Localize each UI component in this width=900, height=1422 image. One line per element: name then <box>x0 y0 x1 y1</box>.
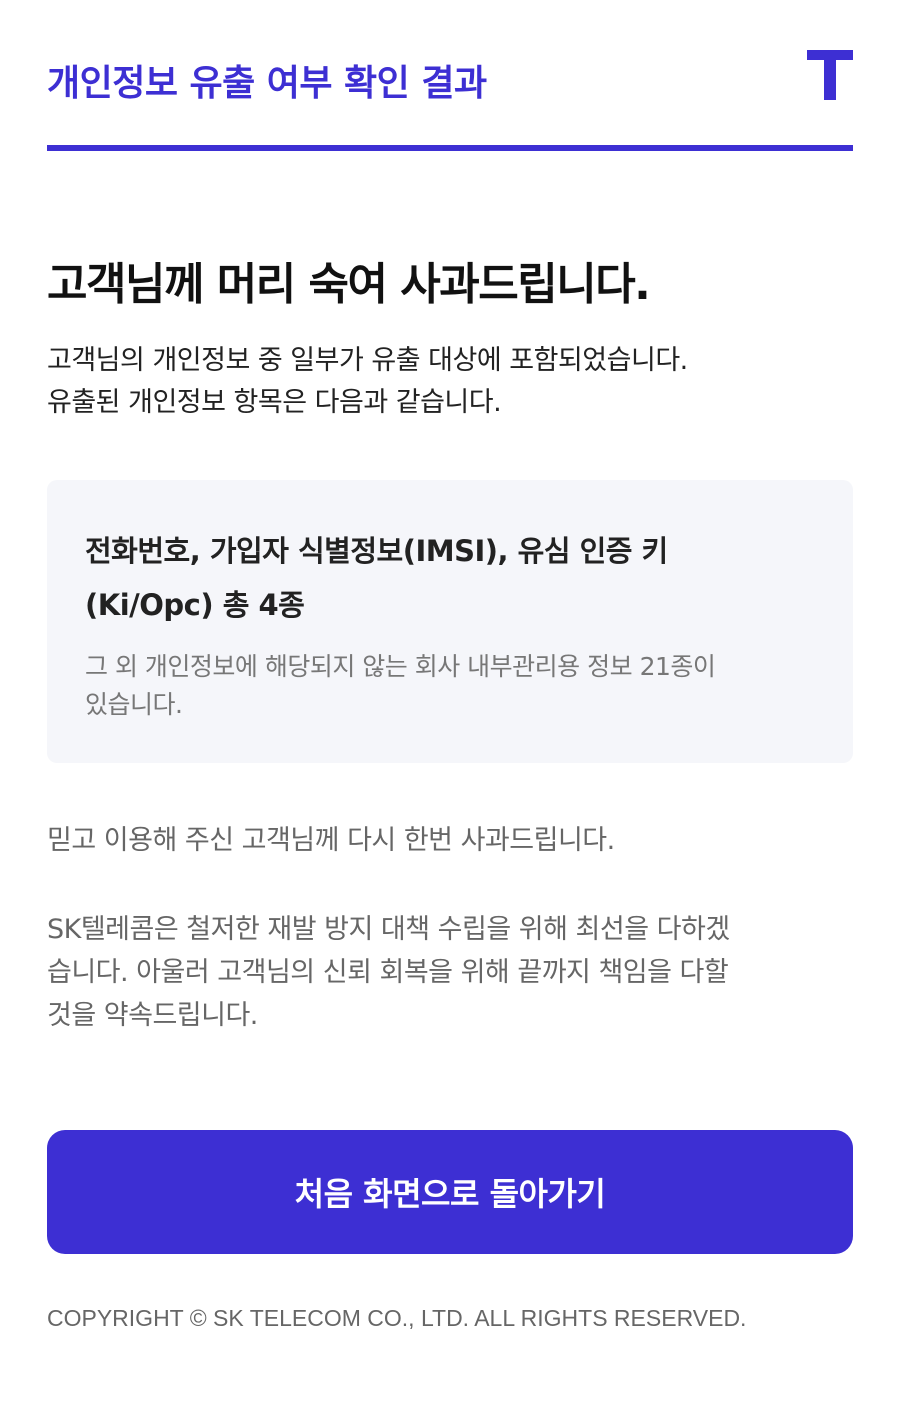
closing-apology: 믿고 이용해 주신 고객님께 다시 한번 사과드립니다. <box>47 825 615 856</box>
leaked-info-box: 전화번호, 가입자 식별정보(IMSI), 유심 인증 키 (Ki/Opc) 총… <box>47 480 853 763</box>
apology-headline: 고객님께 머리 숙여 사과드립니다. <box>47 259 651 310</box>
return-home-button[interactable]: 처음 화면으로 돌아가기 <box>47 1130 853 1254</box>
result-page: 개인정보 유출 여부 확인 결과 고객님께 머리 숙여 사과드립니다. 고객님의… <box>0 0 900 1422</box>
note-line: 그 외 개인정보에 해당되지 않는 회사 내부관리용 정보 21종이 <box>85 652 716 681</box>
page-title: 개인정보 유출 여부 확인 결과 <box>47 63 487 104</box>
t-logo-icon <box>807 50 853 100</box>
page-header: 개인정보 유출 여부 확인 결과 <box>47 40 853 110</box>
header-divider <box>47 145 853 151</box>
closing-promise: SK텔레콤은 철저한 재발 방지 대책 수립을 위해 최선을 다하겠 습니다. … <box>47 908 853 1037</box>
leaked-items: 전화번호, 가입자 식별정보(IMSI), 유심 인증 키 (Ki/Opc) 총… <box>85 524 805 632</box>
note-line: 있습니다. <box>85 690 183 719</box>
intro-line: 유출된 개인정보 항목은 다음과 같습니다. <box>47 387 502 418</box>
intro-line: 고객님의 개인정보 중 일부가 유출 대상에 포함되었습니다. <box>47 345 688 376</box>
leaked-items-line: (Ki/Opc) 총 4종 <box>85 588 305 622</box>
closing-promise-line: 습니다. 아울러 고객님의 신뢰 회복을 위해 끝까지 책임을 다할 <box>47 957 729 988</box>
intro-text: 고객님의 개인정보 중 일부가 유출 대상에 포함되었습니다. 유출된 개인정보… <box>47 340 853 424</box>
internal-info-note: 그 외 개인정보에 해당되지 않는 회사 내부관리용 정보 21종이 있습니다. <box>85 648 815 724</box>
closing-promise-line: 것을 약속드립니다. <box>47 1000 258 1031</box>
closing-promise-line: SK텔레콤은 철저한 재발 방지 대책 수립을 위해 최선을 다하겠 <box>47 914 730 945</box>
leaked-items-line: 전화번호, 가입자 식별정보(IMSI), 유심 인증 키 <box>85 534 668 568</box>
copyright-text: COPYRIGHT © SK TELECOM CO., LTD. ALL RIG… <box>47 1305 747 1331</box>
